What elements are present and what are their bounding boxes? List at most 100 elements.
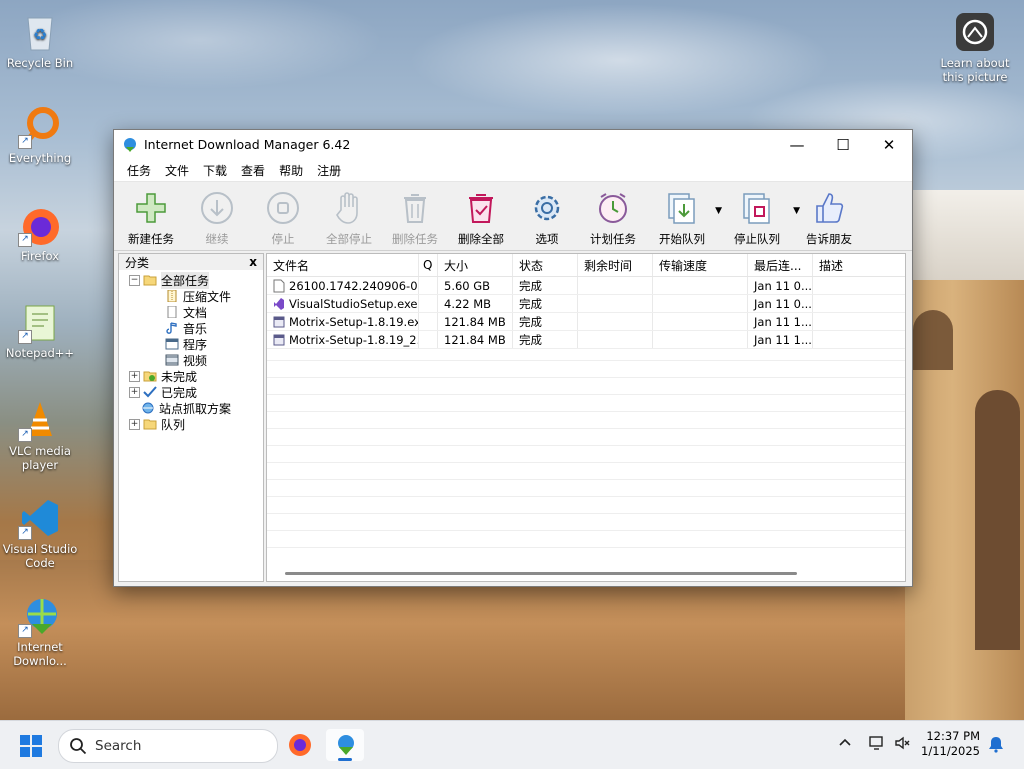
svg-text:♻: ♻ [33, 25, 47, 44]
hand-icon [336, 192, 358, 224]
desktop-icon-notepadpp[interactable]: ↗ Notepad++ [2, 300, 78, 360]
maximize-icon: ☐ [836, 135, 850, 154]
desktop-icon-recycle-bin[interactable]: ♻ Recycle Bin [2, 10, 78, 70]
menu-bar: 任务 文件 下载 查看 帮助 注册 [114, 159, 912, 181]
tell-friend-button[interactable]: 告诉朋友 [796, 182, 862, 250]
table-row[interactable]: VisualStudioSetup.exe 4.22 MB 完成 Jan 11 … [267, 295, 905, 313]
title-bar[interactable]: Internet Download Manager 6.42 — ☐ ✕ [114, 130, 912, 159]
expand-icon[interactable]: + [129, 370, 140, 382]
notepad-plus-plus-icon: ↗ [18, 300, 62, 344]
tree-node-documents[interactable]: 文档 [119, 304, 263, 320]
maximize-button[interactable]: ☐ [820, 130, 866, 159]
expand-icon[interactable]: + [129, 386, 140, 398]
search-icon [70, 738, 87, 755]
menu-register[interactable]: 注册 [310, 162, 348, 179]
resume-icon [201, 192, 233, 224]
taskbar-idm[interactable] [326, 729, 364, 761]
close-icon: ✕ [882, 135, 896, 154]
tree-node-site-grabber[interactable]: 站点抓取方案 [119, 400, 263, 416]
folder-icon [143, 419, 157, 430]
minimize-icon: — [789, 135, 805, 154]
trash-all-icon [469, 194, 493, 223]
system-clock[interactable]: 12:37 PM 1/11/2025 [921, 729, 980, 759]
taskbar: Search 12:37 PM 1/11/2025 [0, 720, 1024, 769]
tree-node-music[interactable]: 音乐 [119, 320, 263, 336]
clock-date: 1/11/2025 [921, 744, 980, 758]
desktop-icon-everything[interactable]: ↗ Everything [2, 105, 78, 165]
speaker-muted-icon[interactable] [894, 735, 912, 754]
desktop-icon-label: VLC media player [9, 444, 71, 472]
category-pane: 分类 x − 全部任务 压缩文件 文档 音乐 程序 视频 + 未完成 + 已完成… [118, 253, 264, 582]
menu-view[interactable]: 查看 [234, 162, 272, 179]
windows-start-icon[interactable] [20, 735, 42, 757]
tree-node-queues[interactable]: + 队列 [119, 416, 263, 432]
tree-node-video[interactable]: 视频 [119, 352, 263, 368]
new-task-button[interactable]: 新建任务 [118, 182, 184, 250]
desktop-icon-label: Recycle Bin [6, 56, 74, 70]
window-title: Internet Download Manager 6.42 [144, 137, 351, 152]
zip-file-icon [167, 290, 177, 302]
tree-node-unfinished[interactable]: + 未完成 [119, 368, 263, 384]
expand-icon[interactable]: + [129, 418, 140, 430]
active-indicator [338, 758, 352, 761]
close-icon[interactable]: x [249, 255, 257, 269]
menu-file[interactable]: 文件 [158, 162, 196, 179]
tree-node-finished[interactable]: + 已完成 [119, 384, 263, 400]
generic-file-icon [273, 279, 285, 292]
tree-node-all[interactable]: − 全部任务 [119, 271, 263, 289]
desktop-icon-firefox[interactable]: ↗ Firefox [2, 203, 78, 263]
folder-open-icon [143, 275, 157, 286]
desktop-icon-vlc[interactable]: ↗ VLC media player [2, 398, 78, 472]
menu-tasks[interactable]: 任务 [120, 162, 158, 179]
start-queue-button[interactable]: 开始队列 ▼ [646, 182, 722, 250]
firefox-icon: ↗ [18, 203, 62, 247]
category-header: 分类 x [119, 254, 263, 270]
stop-queue-button[interactable]: 停止队列 ▼ [718, 182, 800, 250]
idm-globe-icon: ↗ [18, 594, 62, 638]
horizontal-scrollbar[interactable] [285, 572, 797, 575]
scheduler-button[interactable]: 计划任务 [580, 182, 646, 250]
delete-all-button[interactable]: 删除全部 [448, 182, 514, 250]
column-speed[interactable]: 传输速度 [653, 254, 748, 276]
learn-about-picture[interactable]: Learn about this picture [936, 10, 1014, 84]
table-row[interactable]: Motrix-Setup-1.8.19.exe 121.84 MB 完成 Jan… [267, 313, 905, 331]
options-button[interactable]: 选项 [514, 182, 580, 250]
clock-icon [599, 193, 627, 223]
close-button[interactable]: ✕ [866, 130, 912, 159]
exe-file-icon [273, 316, 285, 327]
taskbar-search[interactable]: Search [58, 729, 278, 763]
menu-help[interactable]: 帮助 [272, 162, 310, 179]
tree-node-compressed[interactable]: 压缩文件 [119, 288, 263, 304]
idm-app-icon [124, 137, 136, 152]
collapse-icon[interactable]: − [129, 274, 140, 286]
plus-icon [136, 193, 166, 223]
desktop-icon-idm[interactable]: ↗ Internet Downlo... [2, 594, 78, 668]
tree-node-programs[interactable]: 程序 [119, 336, 263, 352]
queue-start-icon [668, 193, 695, 224]
column-time-left[interactable]: 剩余时间 [578, 254, 653, 276]
music-note-icon [166, 322, 177, 334]
desktop-icon-label: Visual Studio Code [2, 542, 78, 570]
table-row[interactable]: 26100.1742.240906-03... 5.60 GB 完成 Jan 1… [267, 277, 905, 295]
idm-window: Internet Download Manager 6.42 — ☐ ✕ 任务 … [113, 129, 913, 587]
minimize-button[interactable]: — [774, 130, 820, 159]
resume-button[interactable]: 继续 [184, 182, 250, 250]
chevron-up-icon[interactable] [838, 735, 852, 752]
desktop-icon-vscode[interactable]: ↗ Visual Studio Code [2, 496, 78, 570]
column-last-try[interactable]: 最后连... [748, 254, 813, 276]
vlc-cone-icon: ↗ [18, 398, 62, 442]
column-description[interactable]: 描述 [813, 254, 903, 276]
delete-task-button[interactable]: 删除任务 [382, 182, 448, 250]
stop-all-button[interactable]: 全部停止 [316, 182, 382, 250]
firefox-icon [289, 734, 311, 756]
stop-button[interactable]: 停止 [250, 182, 316, 250]
taskbar-firefox[interactable] [281, 729, 319, 761]
column-size[interactable]: 大小 [438, 254, 513, 276]
column-filename[interactable]: 文件名 [267, 254, 419, 276]
notification-bell-icon[interactable] [988, 735, 1004, 756]
menu-download[interactable]: 下载 [196, 162, 234, 179]
column-q[interactable]: Q [419, 254, 438, 276]
network-icon[interactable] [868, 735, 886, 754]
column-status[interactable]: 状态 [513, 254, 578, 276]
shortcut-arrow-icon: ↗ [18, 330, 32, 344]
